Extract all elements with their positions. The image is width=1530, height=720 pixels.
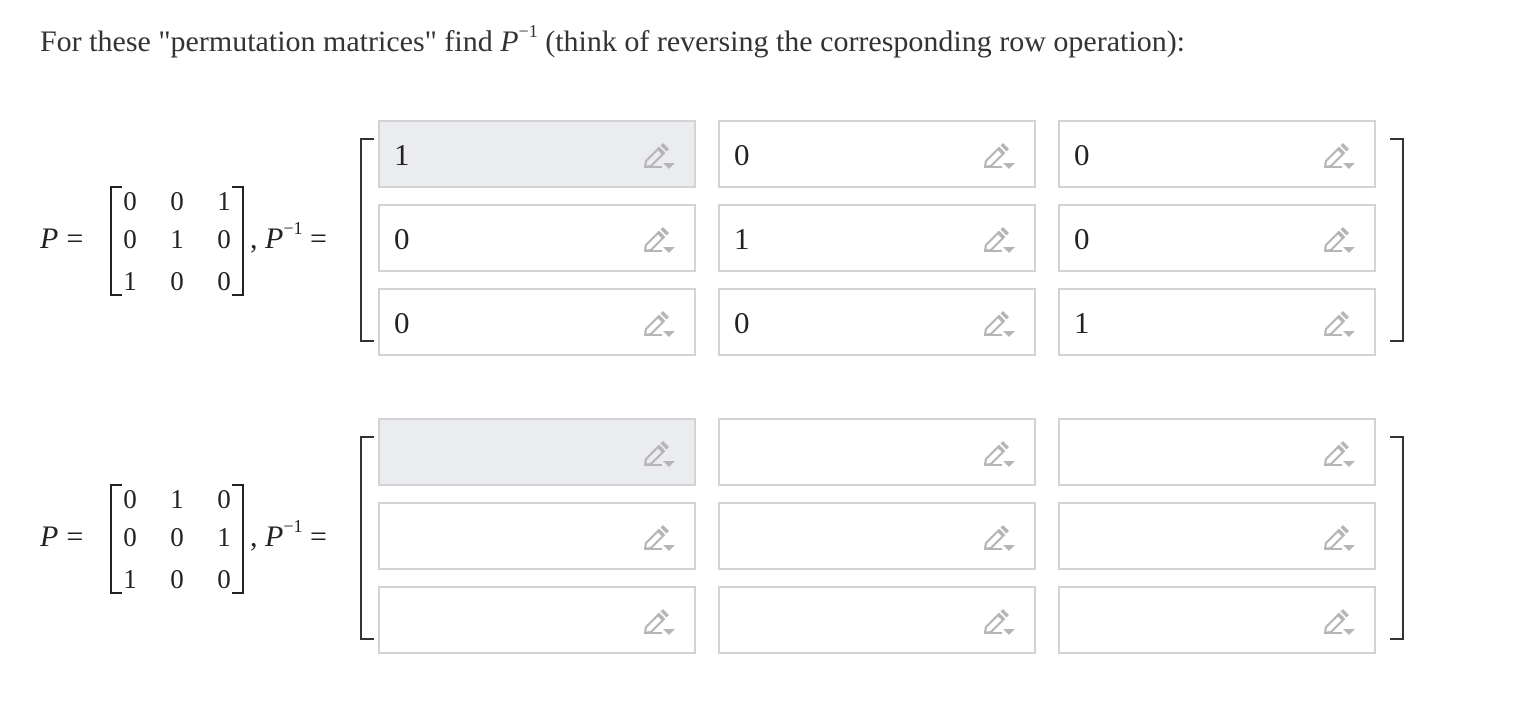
prompt-superscript: −1 [518, 21, 538, 41]
pencil-dropdown-icon[interactable] [1322, 310, 1356, 340]
answer-input-r2c1[interactable] [378, 502, 696, 570]
matrix-entry: 1 [170, 484, 184, 514]
matrix-entry: 0 [217, 484, 231, 514]
problem-1: P = 0 0 1 0 1 0 1 0 0, P−1 = 1 0 0 0 1 0 0 0 1 [0, 120, 1530, 360]
pencil-dropdown-icon[interactable] [642, 524, 676, 554]
pencil-dropdown-icon[interactable] [982, 524, 1016, 554]
answer-input-r3c3[interactable]: 1 [1058, 288, 1376, 356]
matrix-entry: 0 [170, 266, 184, 296]
matrix-entry: 1 [170, 224, 184, 254]
pencil-dropdown-icon[interactable] [982, 310, 1016, 340]
pencil-dropdown-icon[interactable] [642, 142, 676, 172]
answer-value: 1 [1074, 305, 1090, 340]
pencil-dropdown-icon[interactable] [642, 608, 676, 638]
equals-sign: = [66, 222, 84, 255]
prompt-text-start: For these "permutation matrices" find [40, 25, 501, 58]
matrix-entry: 0 [123, 484, 137, 514]
equals-sign: = [309, 222, 327, 255]
answer-input-r1c3[interactable]: 0 [1058, 120, 1376, 188]
pencil-dropdown-icon[interactable] [982, 440, 1016, 470]
matrix-entry: 1 [123, 266, 137, 296]
answer-input-r3c2[interactable]: 0 [718, 288, 1036, 356]
answer-input-r3c3[interactable] [1058, 586, 1376, 654]
answer-input-r2c2[interactable]: 1 [718, 204, 1036, 272]
pencil-dropdown-icon[interactable] [642, 440, 676, 470]
answer-input-r3c1[interactable]: 0 [378, 288, 696, 356]
matrix-entry: 0 [170, 186, 184, 216]
comma: , [250, 520, 258, 553]
pencil-dropdown-icon[interactable] [642, 226, 676, 256]
pencil-dropdown-icon[interactable] [1322, 142, 1356, 172]
matrix-entry: 0 [170, 564, 184, 594]
answer-value: 0 [734, 137, 750, 172]
answer-value: 0 [1074, 137, 1090, 172]
answer-input-r2c3[interactable]: 0 [1058, 204, 1376, 272]
matrix-entry: 1 [217, 522, 231, 552]
answer-value: 1 [734, 221, 750, 256]
pencil-dropdown-icon[interactable] [982, 608, 1016, 638]
p-symbol: P [40, 520, 59, 553]
matrix-entry: 1 [217, 186, 231, 216]
answer-input-r1c1[interactable] [378, 418, 696, 486]
answer-input-r1c3[interactable] [1058, 418, 1376, 486]
inverse-superscript: −1 [283, 218, 303, 238]
matrix-entry: 0 [170, 522, 184, 552]
answer-right-bracket [1390, 436, 1404, 640]
answer-input-r2c1[interactable]: 0 [378, 204, 696, 272]
answer-value: 0 [394, 305, 410, 340]
answer-value: 1 [394, 137, 410, 172]
matrix-entry: 1 [123, 564, 137, 594]
question-prompt: For these "permutation matrices" find P−… [40, 22, 1185, 62]
matrix-entry: 0 [123, 186, 137, 216]
pencil-dropdown-icon[interactable] [642, 310, 676, 340]
problem-2: P = 0 1 0 0 0 1 1 0 0, P−1 = [0, 418, 1530, 658]
inverse-superscript: −1 [283, 516, 303, 536]
prompt-text-end: (think of reversing the corresponding ro… [537, 25, 1186, 58]
matrix-entry: 0 [217, 266, 231, 296]
answer-left-bracket [360, 436, 374, 640]
answer-input-r2c2[interactable] [718, 502, 1036, 570]
matrix-entry: 0 [123, 522, 137, 552]
p-label: P = [40, 222, 83, 256]
comma: , [250, 222, 258, 255]
inverse-label: , P−1 = [250, 517, 327, 554]
answer-left-bracket [360, 138, 374, 342]
equals-sign: = [66, 520, 84, 553]
answer-input-r3c1[interactable] [378, 586, 696, 654]
answer-input-r1c1[interactable]: 1 [378, 120, 696, 188]
answer-right-bracket [1390, 138, 1404, 342]
matrix-entry: 0 [123, 224, 137, 254]
answer-input-r3c2[interactable] [718, 586, 1036, 654]
pencil-dropdown-icon[interactable] [982, 142, 1016, 172]
answer-value: 0 [1074, 221, 1090, 256]
answer-input-r1c2[interactable] [718, 418, 1036, 486]
p-symbol: P [40, 222, 59, 255]
p-symbol: P [265, 222, 284, 255]
pencil-dropdown-icon[interactable] [1322, 608, 1356, 638]
permutation-matrix: 0 1 0 0 0 1 1 0 0 [110, 482, 244, 594]
pencil-dropdown-icon[interactable] [982, 226, 1016, 256]
pencil-dropdown-icon[interactable] [1322, 226, 1356, 256]
pencil-dropdown-icon[interactable] [1322, 440, 1356, 470]
permutation-matrix: 0 0 1 0 1 0 1 0 0 [110, 184, 244, 296]
answer-value: 0 [394, 221, 410, 256]
answer-value: 0 [734, 305, 750, 340]
answer-input-r2c3[interactable] [1058, 502, 1376, 570]
p-label: P = [40, 520, 83, 554]
equals-sign: = [309, 520, 327, 553]
inverse-label: , P−1 = [250, 219, 327, 256]
prompt-variable: P [500, 25, 519, 58]
matrix-entry: 0 [217, 224, 231, 254]
matrix-entry: 0 [217, 564, 231, 594]
answer-input-r1c2[interactable]: 0 [718, 120, 1036, 188]
pencil-dropdown-icon[interactable] [1322, 524, 1356, 554]
p-symbol: P [265, 520, 284, 553]
